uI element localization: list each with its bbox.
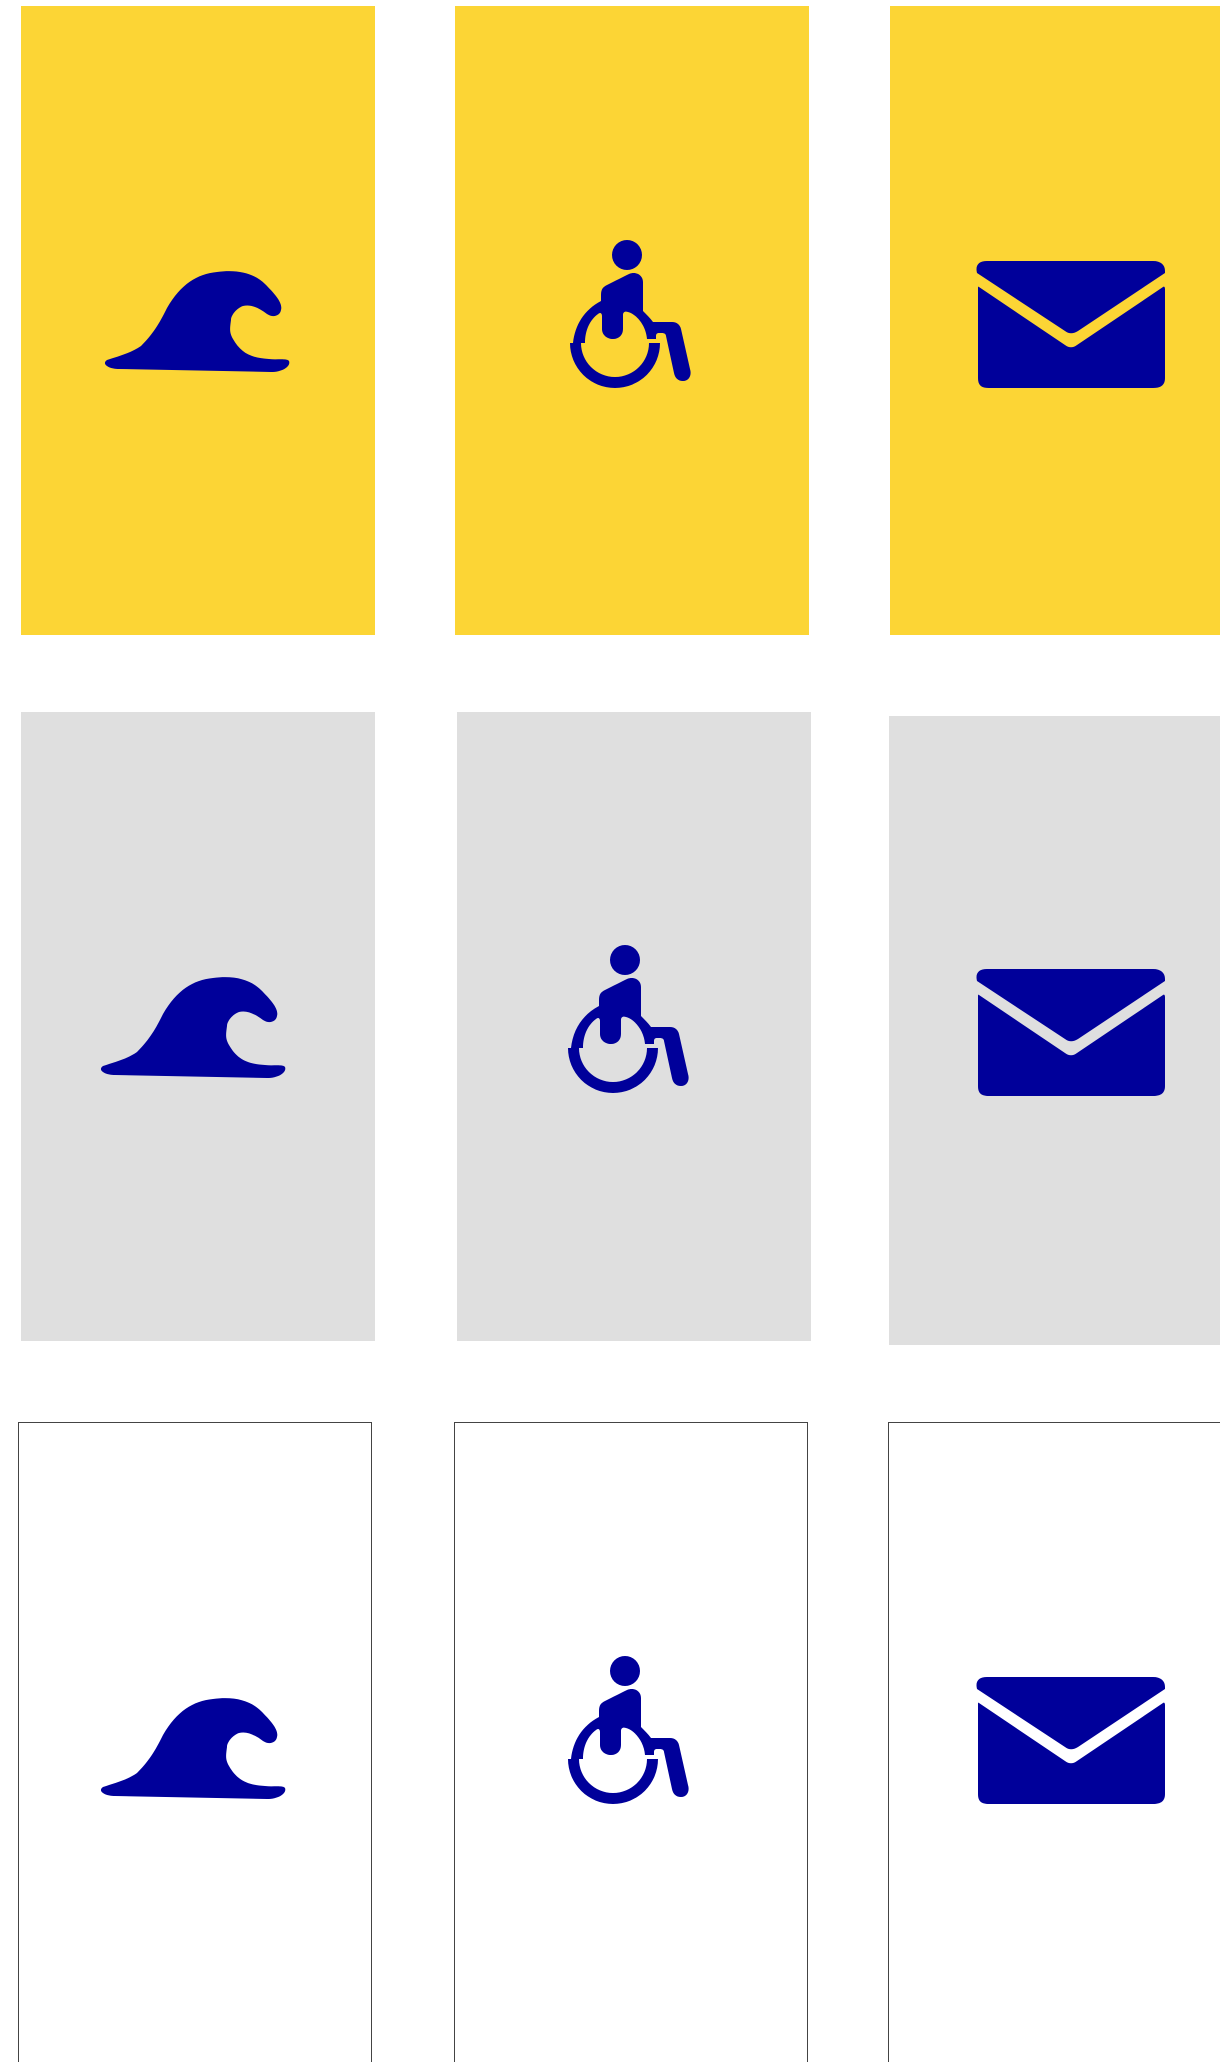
- envelope-icon: [976, 969, 1165, 1096]
- card-outline-wheelchair: [454, 1422, 808, 2062]
- card-grey-wheelchair: [457, 712, 811, 1341]
- card-grey-envelope: [889, 716, 1220, 1345]
- wave-icon: [100, 977, 286, 1078]
- card-outline-wave: [18, 1422, 372, 2062]
- wave-icon: [104, 271, 290, 372]
- card-yellow-wheelchair: [455, 6, 809, 635]
- envelope-icon: [976, 1677, 1165, 1804]
- wheelchair-icon: [568, 945, 689, 1093]
- card-yellow-envelope: [890, 6, 1220, 635]
- wheelchair-icon: [570, 240, 691, 388]
- card-grey-wave: [21, 712, 375, 1341]
- card-yellow-wave: [21, 6, 375, 635]
- envelope-icon: [976, 261, 1165, 388]
- wave-icon: [100, 1698, 286, 1799]
- card-outline-envelope: [888, 1422, 1220, 2062]
- wheelchair-icon: [568, 1656, 689, 1804]
